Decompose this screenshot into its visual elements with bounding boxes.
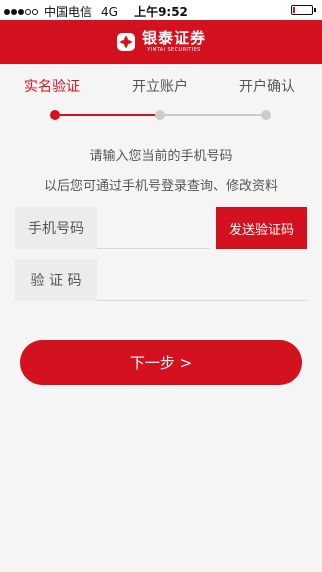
brand-logo-text: 银泰证券 YINTAI SECURITIES [142, 31, 206, 53]
step-label-open-account: 开立账户 [132, 79, 188, 95]
status-bar: 中国电信 4G 上午9:52 [0, 0, 322, 20]
status-time: 上午9:52 [134, 5, 188, 19]
battery-icon [291, 5, 316, 15]
app-header: 银泰证券 YINTAI SECURITIES [0, 20, 322, 64]
brand-logo-icon [116, 33, 135, 51]
next-step-button[interactable]: 下一步 > [20, 340, 302, 385]
instruction-line-2: 以后您可通过手机号登录查询、修改资料 [43, 179, 278, 194]
phone-input[interactable] [97, 207, 210, 249]
code-field-label: 验 证 码 [15, 259, 97, 301]
step-label-identity: 实名验证 [24, 79, 80, 95]
battery-level [293, 7, 295, 13]
verification-code-input[interactable] [97, 259, 307, 301]
progress-segment-pending [160, 114, 266, 116]
brand-name-cn: 银泰证券 [141, 29, 206, 47]
progress-segment-done [60, 114, 160, 116]
step-progress-bar [0, 108, 322, 122]
send-code-button[interactable]: 发送验证码 [216, 207, 307, 249]
instruction-line-1: 请输入您当前的手机号码 [89, 149, 233, 164]
step-indicator: 实名验证 开立账户 开户确认 [0, 74, 322, 96]
step-node-active [50, 110, 60, 120]
phone-field-label: 手机号码 [15, 207, 97, 249]
step-node [261, 110, 271, 120]
step-node [155, 110, 165, 120]
brand-name-en: YINTAI SECURITIES [147, 47, 201, 53]
step-label-confirm: 开户确认 [239, 79, 295, 95]
